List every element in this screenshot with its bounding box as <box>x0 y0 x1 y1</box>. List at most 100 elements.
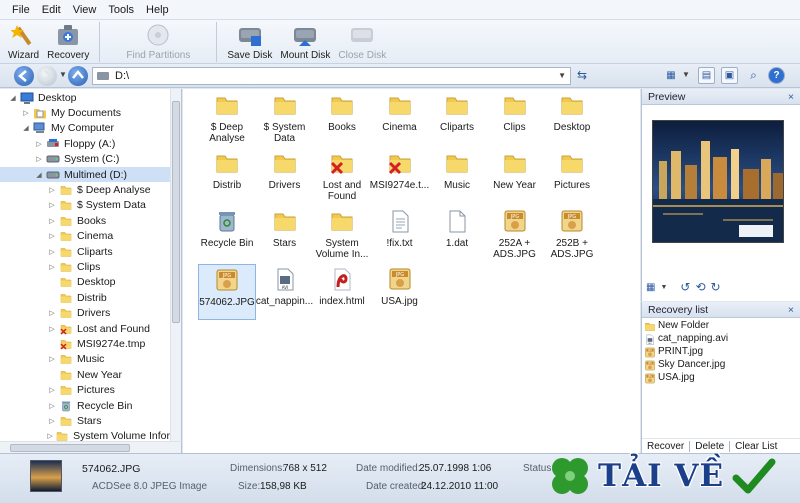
expand-icon[interactable]: ▷ <box>34 155 44 163</box>
close-disk-button[interactable]: Close Disk <box>334 21 390 63</box>
file-item[interactable]: New Year <box>486 148 544 204</box>
rotate-right-icon[interactable]: ↻ <box>711 280 721 294</box>
tree-vertical-scrollbar[interactable] <box>170 89 181 441</box>
image-mode-icon[interactable]: ▦ <box>646 282 655 293</box>
wizard-button[interactable]: Wizard <box>4 21 43 63</box>
expand-icon[interactable]: ▷ <box>34 140 44 148</box>
expand-icon[interactable]: ▷ <box>47 355 57 363</box>
tree-item[interactable]: Distrib <box>0 290 170 305</box>
recovery-list-item[interactable]: JPG Sky Dancer.jpg <box>642 358 800 371</box>
expand-icon[interactable]: ▷ <box>21 109 31 117</box>
tree-item[interactable]: ▷ System Volume Infor <box>0 429 170 441</box>
preview-toggle-icon[interactable]: ▤ <box>698 67 715 84</box>
file-item[interactable]: index.html <box>313 264 371 320</box>
file-item[interactable]: 1.dat <box>428 206 486 262</box>
tree-item[interactable]: ▷ Pictures <box>0 383 170 398</box>
tree-item[interactable]: ▷ Stars <box>0 413 170 428</box>
tree-item[interactable]: ▷ Music <box>0 352 170 367</box>
close-icon[interactable]: × <box>788 304 794 316</box>
expand-icon[interactable]: ▷ <box>47 402 57 410</box>
tree-item[interactable]: New Year <box>0 367 170 382</box>
tree-item[interactable]: ▷ $ System Data <box>0 198 170 213</box>
file-item[interactable]: $ System Data <box>256 90 314 146</box>
close-icon[interactable]: × <box>788 91 794 103</box>
collapse-icon[interactable]: ◢ <box>21 124 31 132</box>
tree-item[interactable]: ▷ Cliparts <box>0 244 170 259</box>
expand-icon[interactable]: ▷ <box>47 386 57 394</box>
tree-item[interactable]: Desktop <box>0 275 170 290</box>
expand-icon[interactable]: ▷ <box>47 248 57 256</box>
file-item[interactable]: System Volume In... <box>313 206 371 262</box>
tree-item[interactable]: ▷ Books <box>0 213 170 228</box>
expand-icon[interactable]: ▷ <box>47 325 57 333</box>
save-view-icon[interactable]: ▣ <box>721 67 738 84</box>
menu-tools[interactable]: Tools <box>102 1 140 19</box>
tree-item[interactable]: MSI9274e.tmp <box>0 336 170 351</box>
expand-icon[interactable]: ▷ <box>47 263 57 271</box>
help-icon[interactable]: ? <box>768 67 785 84</box>
image-mode-dropdown-icon[interactable]: ▼ <box>660 284 667 291</box>
tree-item[interactable]: ◢ Multimed (D:) <box>0 167 170 182</box>
address-dropdown-icon[interactable]: ▼ <box>558 71 566 80</box>
address-input[interactable]: D:\ ▼ <box>92 67 571 85</box>
file-item[interactable]: Stars <box>256 206 314 262</box>
recovery-list-item[interactable]: JPG USA.jpg <box>642 371 800 384</box>
file-item[interactable]: Drivers <box>256 148 314 204</box>
tree-item[interactable]: ▷ Drivers <box>0 306 170 321</box>
menu-file[interactable]: File <box>6 1 36 19</box>
menu-edit[interactable]: Edit <box>36 1 67 19</box>
tree-item[interactable]: ▷ Recycle Bin <box>0 398 170 413</box>
tree-item[interactable]: ▷ Lost and Found <box>0 321 170 336</box>
mount-disk-button[interactable]: Mount Disk <box>276 21 334 63</box>
back-button[interactable] <box>14 66 34 86</box>
file-item[interactable]: Music <box>428 148 486 204</box>
file-item[interactable]: Recycle Bin <box>198 206 256 262</box>
expand-icon[interactable]: ▷ <box>47 432 53 440</box>
search-icon[interactable]: ⌕ <box>745 67 762 84</box>
forward-button[interactable] <box>37 66 57 86</box>
collapse-icon[interactable]: ◢ <box>34 171 44 179</box>
tree-item[interactable]: ▷ $ Deep Analyse <box>0 182 170 197</box>
rotate-left-icon[interactable]: ↺ <box>680 280 690 294</box>
expand-icon[interactable]: ▷ <box>47 309 57 317</box>
recovery-list-item[interactable]: New Folder <box>642 319 800 332</box>
tree-item[interactable]: ◢ My Computer <box>0 121 170 136</box>
file-item[interactable]: !fix.txt <box>371 206 429 262</box>
recovery-list-item[interactable]: JPG PRINT.jpg <box>642 345 800 358</box>
rotate-icon[interactable]: ⟲ <box>695 280 705 294</box>
file-item[interactable]: Clips <box>486 90 544 146</box>
tree-horizontal-scrollbar[interactable] <box>0 441 182 453</box>
file-item[interactable]: JPG 574062.JPG <box>198 264 256 320</box>
expand-icon[interactable]: ▷ <box>47 232 57 240</box>
tree-item[interactable]: ▷ Floppy (A:) <box>0 136 170 151</box>
file-item[interactable]: Desktop <box>543 90 601 146</box>
tree-item[interactable]: ◢ Desktop <box>0 90 170 105</box>
file-item[interactable]: Cliparts <box>428 90 486 146</box>
expand-icon[interactable]: ▷ <box>47 186 57 194</box>
up-button[interactable] <box>68 66 88 86</box>
file-item[interactable]: Lost and Found <box>313 148 371 204</box>
menu-view[interactable]: View <box>67 1 103 19</box>
collapse-icon[interactable]: ◢ <box>8 94 18 102</box>
tree-item[interactable]: ▷ My Documents <box>0 105 170 120</box>
refresh-icon[interactable]: ⇆ <box>577 68 587 82</box>
file-item[interactable]: Distrib <box>198 148 256 204</box>
history-dropdown-icon[interactable]: ▼ <box>59 70 67 79</box>
find-partitions-button[interactable]: Find Partitions <box>106 21 210 63</box>
view-dropdown-icon[interactable]: ▼ <box>682 70 690 79</box>
save-disk-button[interactable]: Save Disk <box>223 21 276 63</box>
file-item[interactable]: Books <box>313 90 371 146</box>
expand-icon[interactable]: ▷ <box>47 201 57 209</box>
file-item[interactable]: $ Deep Analyse <box>198 90 256 146</box>
recovery-button[interactable]: Recovery <box>43 21 93 63</box>
file-item[interactable]: JPG USA.jpg <box>371 264 429 320</box>
tree-item[interactable]: ▷ Clips <box>0 259 170 274</box>
tree-item[interactable]: ▷ System (C:) <box>0 152 170 167</box>
file-item[interactable]: Pictures <box>543 148 601 204</box>
expand-icon[interactable]: ▷ <box>47 417 57 425</box>
expand-icon[interactable]: ▷ <box>47 217 57 225</box>
file-item[interactable]: JPG 252A + ADS.JPG <box>486 206 544 262</box>
view-mode-icon[interactable]: ▦ <box>664 67 678 84</box>
file-item[interactable]: AVI cat_nappin... <box>256 264 314 320</box>
recovery-list-item[interactable]: AVI cat_napping.avi <box>642 332 800 345</box>
